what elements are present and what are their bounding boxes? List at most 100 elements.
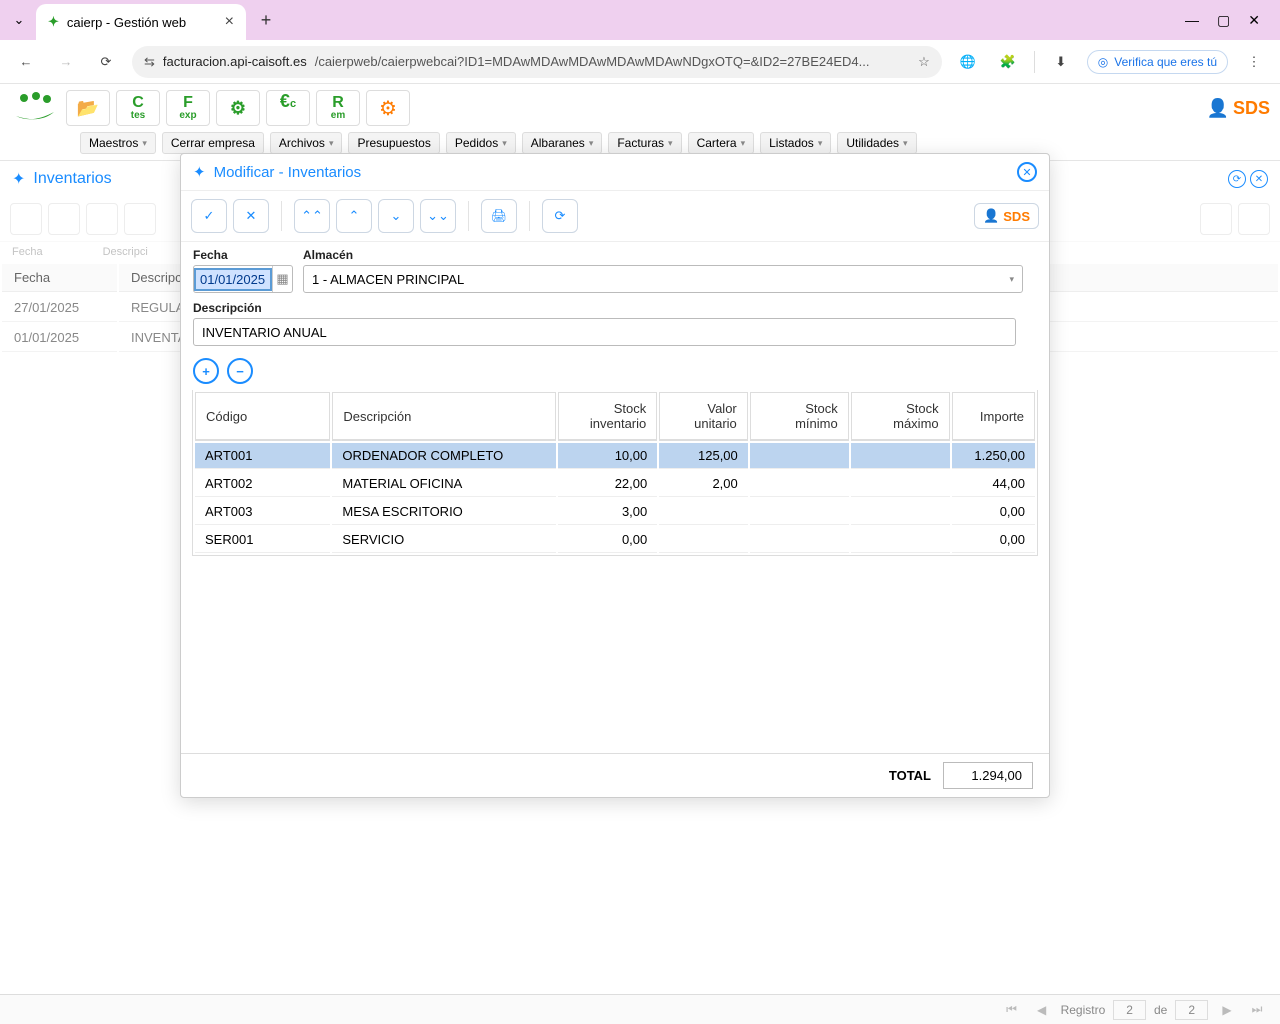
background-content: Fecha Descripci Fecha Descripci 27/01/20… — [0, 197, 1280, 354]
th-stock-max[interactable]: Stock máximo — [851, 392, 950, 441]
section-close-button[interactable]: ✕ — [1250, 170, 1268, 188]
th-valor-unit[interactable]: Valor unitario — [659, 392, 748, 441]
page-next-button[interactable]: ▶ — [1216, 1000, 1238, 1020]
c-tes-button[interactable]: C tes — [116, 90, 160, 126]
refresh-button[interactable]: ⟳ — [542, 199, 578, 233]
profile-verify-chip[interactable]: ◎ Verifica que eres tú — [1087, 50, 1228, 74]
close-window-button[interactable]: ✕ — [1248, 12, 1260, 29]
grid-row[interactable]: ART001ORDENADOR COMPLETO10,00125,001.250… — [195, 443, 1035, 469]
descripcion-label: Descripción — [193, 301, 262, 315]
section-refresh-button[interactable]: ⟳ — [1228, 170, 1246, 188]
menu-utilidades[interactable]: Utilidades▾ — [837, 132, 916, 154]
bg-copy-button[interactable] — [86, 203, 118, 235]
descripcion-input[interactable] — [193, 318, 1016, 346]
forward-button[interactable]: → — [52, 48, 80, 76]
bg-sds-button[interactable] — [1238, 203, 1270, 235]
separator — [1034, 51, 1035, 73]
sds-mini-button[interactable]: 👤 SDS — [974, 203, 1039, 229]
bg-delete-button[interactable] — [124, 203, 156, 235]
menu-maestros[interactable]: Maestros▾ — [80, 132, 156, 154]
fecha-field: ▦ — [193, 265, 293, 293]
extensions-button[interactable]: 🧩 — [994, 48, 1022, 76]
bookmark-icon[interactable]: ☆ — [918, 54, 930, 70]
grid-row[interactable]: ART002MATERIAL OFICINA22,002,0044,00 — [195, 471, 1035, 497]
menu-archivos[interactable]: Archivos▾ — [270, 132, 343, 154]
minimize-button[interactable]: — — [1185, 12, 1199, 29]
sds-badge[interactable]: 👤 SDS — [1207, 98, 1270, 119]
cell-max — [851, 443, 950, 469]
back-button[interactable]: ← — [12, 48, 40, 76]
browser-tab[interactable]: ✦ caierp - Gestión web × — [36, 4, 246, 40]
last-record-button[interactable]: ⌄⌄ — [420, 199, 456, 233]
maximize-button[interactable]: ▢ — [1217, 12, 1230, 29]
menu-albaranes[interactable]: Albaranes▾ — [522, 132, 603, 154]
extension-icon[interactable]: 🌐 — [954, 48, 982, 76]
browser-menu-button[interactable]: ⋮ — [1240, 48, 1268, 76]
page-prev-button[interactable]: ◀ — [1031, 1000, 1053, 1020]
line-controls: + − — [181, 348, 1049, 390]
prev-record-button[interactable]: ⌃ — [336, 199, 372, 233]
downloads-button[interactable]: ⬇ — [1047, 48, 1075, 76]
c-tes-sub: tes — [131, 111, 145, 121]
person-icon: 👤 — [983, 208, 999, 224]
modal-modificar-inventarios: ✦ Modificar - Inventarios ✕ ✓ ✕ ⌃⌃ ⌃ ⌄ ⌄… — [180, 153, 1050, 798]
grid-row[interactable]: SER001SERVICIO0,000,00 — [195, 527, 1035, 553]
almacen-select[interactable]: 1 - ALMACEN PRINCIPAL ▾ — [303, 265, 1023, 293]
site-info-icon[interactable]: ⇆ — [144, 54, 155, 70]
euro-button[interactable]: € c — [266, 90, 310, 126]
gear-button[interactable]: ⚙ — [216, 90, 260, 126]
modal-icon: ✦ — [193, 163, 206, 181]
bg-edit-button[interactable] — [48, 203, 80, 235]
confirm-button[interactable]: ✓ — [191, 199, 227, 233]
bg-th-fecha[interactable]: Fecha — [2, 264, 117, 292]
modal-close-button[interactable]: ✕ — [1017, 162, 1037, 182]
app-toolbar: 📂 C tes F exp ⚙ € c R em ⚙ 👤 SDS — [0, 84, 1280, 132]
tabs-dropdown[interactable]: ⌄ — [8, 9, 30, 31]
cell-importe: 44,00 — [952, 471, 1035, 497]
grid-row[interactable]: ART003MESA ESCRITORIO3,000,00 — [195, 499, 1035, 525]
next-record-button[interactable]: ⌄ — [378, 199, 414, 233]
f-exp-button[interactable]: F exp — [166, 90, 210, 126]
th-stock-inv[interactable]: Stock inventario — [558, 392, 657, 441]
r-em-button[interactable]: R em — [316, 90, 360, 126]
cancel-button[interactable]: ✕ — [233, 199, 269, 233]
section-icon: ✦ — [12, 169, 25, 189]
menu-listados[interactable]: Listados▾ — [760, 132, 831, 154]
cell-importe: 0,00 — [952, 499, 1035, 525]
menu-cartera[interactable]: Cartera▾ — [688, 132, 755, 154]
profile-label: Verifica que eres tú — [1114, 55, 1217, 69]
cell-desc: MESA ESCRITORIO — [332, 499, 556, 525]
r-em-sub: em — [331, 111, 345, 121]
new-tab-button[interactable]: + — [252, 6, 280, 34]
c-tes-letter: C — [132, 95, 144, 111]
tab-close-icon[interactable]: × — [225, 13, 234, 31]
menu-pedidos[interactable]: Pedidos▾ — [446, 132, 516, 154]
th-importe[interactable]: Importe — [952, 392, 1035, 441]
page-first-button[interactable]: ⏮ — [1001, 1000, 1023, 1020]
url-field[interactable]: ⇆ facturacion.api-caisoft.es/caierpweb/c… — [132, 46, 942, 78]
calendar-icon[interactable]: ▦ — [272, 266, 292, 292]
remove-line-button[interactable]: − — [227, 358, 253, 384]
open-folder-button[interactable]: 📂 — [66, 90, 110, 126]
reload-button[interactable]: ⟳ — [92, 48, 120, 76]
print-button[interactable]: 🖨 — [481, 199, 517, 233]
separator — [529, 201, 530, 231]
menu-facturas[interactable]: Facturas▾ — [608, 132, 681, 154]
th-stock-min[interactable]: Stock mínimo — [750, 392, 849, 441]
sds-text: SDS — [1233, 98, 1270, 119]
th-descripcion[interactable]: Descripción — [332, 392, 556, 441]
th-codigo[interactable]: Código — [195, 392, 330, 441]
bg-user-button[interactable] — [1200, 203, 1232, 235]
fecha-input[interactable] — [194, 268, 272, 291]
bg-add-button[interactable] — [10, 203, 42, 235]
registro-label: Registro — [1061, 1003, 1106, 1017]
menu-cerrar-empresa[interactable]: Cerrar empresa — [162, 132, 264, 154]
browser-titlebar: ⌄ ✦ caierp - Gestión web × + — ▢ ✕ — [0, 0, 1280, 40]
orange-gear-button[interactable]: ⚙ — [366, 90, 410, 126]
menu-presupuestos[interactable]: Presupuestos — [348, 132, 439, 154]
add-line-button[interactable]: + — [193, 358, 219, 384]
page-last-button[interactable]: ⏭ — [1246, 1000, 1268, 1020]
cell-max — [851, 471, 950, 497]
first-record-button[interactable]: ⌃⌃ — [294, 199, 330, 233]
current-record: 2 — [1113, 1000, 1146, 1020]
